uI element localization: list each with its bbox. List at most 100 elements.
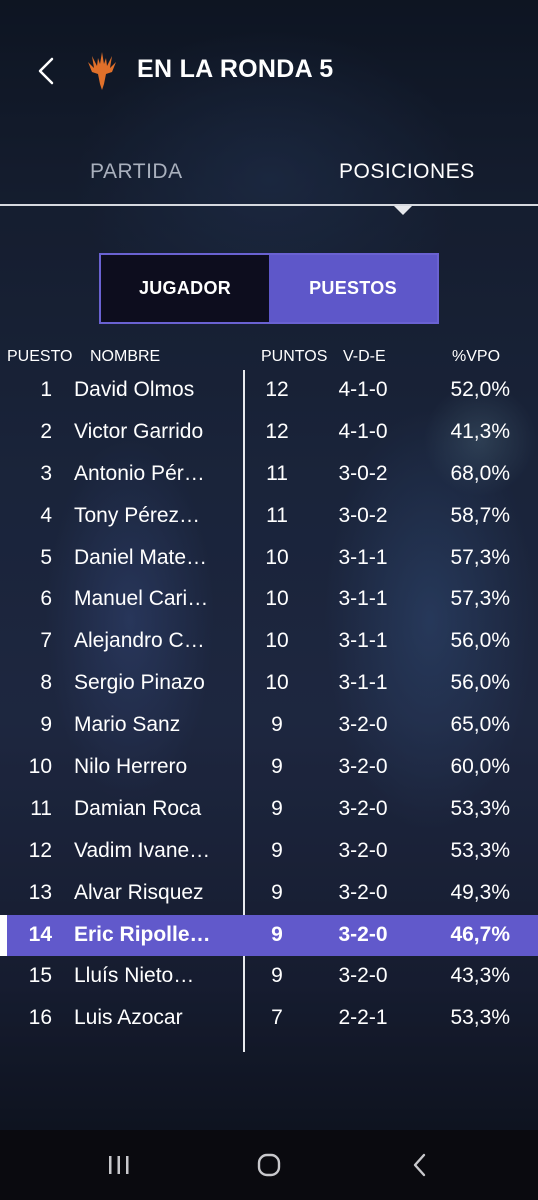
- row-vpo: 68,0%: [450, 461, 510, 485]
- toggle-jugador-button[interactable]: JUGADOR: [101, 255, 269, 322]
- row-puesto: 16: [28, 1006, 52, 1030]
- home-button[interactable]: [249, 1150, 289, 1180]
- row-puesto: 15: [28, 964, 52, 988]
- row-vpo: 52,0%: [450, 378, 510, 401]
- row-puesto: 2: [40, 419, 52, 443]
- row-puesto: 7: [40, 629, 52, 653]
- row-puesto: 12: [28, 838, 52, 862]
- row-puntos: 10: [265, 671, 289, 695]
- tab-divider: [0, 204, 538, 206]
- row-puesto: 11: [30, 796, 52, 820]
- tab-bar: PARTIDA POSICIONES: [0, 150, 538, 206]
- row-puesto: 1: [40, 378, 52, 401]
- table-row[interactable]: 6 Manuel Cari… 10 3-1-1 57,3%: [0, 579, 538, 621]
- row-puntos: 9: [271, 796, 283, 820]
- row-puntos: 9: [271, 838, 283, 862]
- table-row[interactable]: 8 Sergio Pinazo 10 3-1-1 56,0%: [0, 663, 538, 705]
- header-puesto: PUESTO: [7, 348, 73, 365]
- row-nombre: David Olmos: [74, 378, 195, 401]
- row-puesto: 14: [28, 922, 52, 946]
- header-puntos: PUNTOS: [261, 348, 328, 365]
- row-vpo: 43,3%: [450, 964, 510, 988]
- table-row[interactable]: 4 Tony Pérez… 11 3-0-2 58,7%: [0, 496, 538, 538]
- row-vpo: 60,0%: [450, 755, 510, 779]
- row-nombre: Vadim Ivane…: [74, 838, 211, 862]
- row-vde: 3-1-1: [338, 671, 388, 695]
- standings-table: 1 David Olmos 12 4-1-0 52,0% 2 Victor Garrido 1…: [0, 370, 538, 1040]
- tab-posiciones[interactable]: POSICIONES: [339, 160, 475, 184]
- row-vde: 3-2-0: [338, 796, 388, 820]
- app-header: EN LA RONDA 5: [0, 40, 538, 104]
- row-puesto: 6: [40, 587, 52, 611]
- row-vde: 3-1-1: [338, 629, 388, 653]
- recent-apps-button[interactable]: [99, 1150, 139, 1180]
- table-row[interactable]: 3 Antonio Pér… 11 3-0-2 68,0%: [0, 454, 538, 496]
- row-vde: 4-1-0: [338, 419, 388, 443]
- standings-header: PUESTO NOMBRE PUNTOS V-D-E %VPO: [0, 348, 538, 370]
- row-vpo: 53,3%: [450, 838, 510, 862]
- nav-back-button[interactable]: [400, 1150, 440, 1180]
- table-row[interactable]: 9 Mario Sanz 9 3-2-0 65,0%: [0, 705, 538, 747]
- row-puesto: 5: [40, 545, 52, 569]
- row-vde: 3-2-0: [338, 755, 388, 779]
- row-puesto: 3: [40, 461, 52, 485]
- row-nombre: Nilo Herrero: [74, 755, 188, 779]
- row-vde: 3-2-0: [338, 838, 388, 862]
- nav-back-icon: [413, 1153, 426, 1177]
- table-row[interactable]: 2 Victor Garrido 12 4-1-0 41,3%: [0, 412, 538, 454]
- row-puesto: 8: [40, 671, 52, 695]
- row-vpo: 49,3%: [450, 880, 510, 904]
- row-vpo: 65,0%: [450, 713, 510, 737]
- chevron-left-icon: [38, 57, 54, 85]
- toggle-puestos-button[interactable]: PUESTOS: [269, 255, 437, 322]
- row-vpo: 56,0%: [450, 629, 510, 653]
- table-row[interactable]: 16 Luis Azocar 7 2-2-1 53,3%: [0, 998, 538, 1040]
- row-vpo: 56,0%: [450, 671, 510, 695]
- back-button[interactable]: [30, 54, 64, 88]
- row-vde: 2-2-1: [338, 1006, 388, 1030]
- row-vpo: 53,3%: [450, 796, 510, 820]
- row-nombre: Alejandro C…: [74, 629, 205, 653]
- table-row[interactable]: 15 Lluís Nieto… 9 3-2-0 43,3%: [0, 956, 538, 998]
- row-vde: 4-1-0: [338, 378, 388, 401]
- table-row-current-player[interactable]: 14 Eric Ripolle… 9 3-2-0 46,7%: [0, 914, 538, 957]
- row-puntos: 11: [266, 503, 288, 527]
- row-vde: 3-0-2: [338, 461, 388, 485]
- row-puntos: 9: [271, 964, 283, 988]
- row-puntos: 10: [265, 629, 289, 653]
- row-nombre: Luis Azocar: [74, 1006, 183, 1030]
- active-tab-indicator: [394, 206, 412, 215]
- table-row[interactable]: 1 David Olmos 12 4-1-0 52,0%: [0, 370, 538, 412]
- header-nombre: NOMBRE: [90, 348, 161, 365]
- table-row[interactable]: 11 Damian Roca 9 3-2-0 53,3%: [0, 789, 538, 831]
- row-nombre: Manuel Cari…: [74, 587, 209, 611]
- row-nombre: Mario Sanz: [74, 713, 181, 737]
- tab-partida[interactable]: PARTIDA: [90, 160, 183, 184]
- row-puntos: 10: [265, 587, 289, 611]
- table-row[interactable]: 5 Daniel Mate… 10 3-1-1 57,3%: [0, 538, 538, 580]
- row-vde: 3-1-1: [338, 587, 388, 611]
- table-row[interactable]: 7 Alejandro C… 10 3-1-1 56,0%: [0, 621, 538, 663]
- row-puntos: 11: [266, 461, 288, 485]
- header-vde: V-D-E: [343, 348, 386, 365]
- row-puntos: 10: [265, 545, 289, 569]
- row-vpo: 58,7%: [450, 503, 510, 527]
- row-vpo: 46,7%: [450, 922, 510, 946]
- row-vde: 3-1-1: [338, 545, 388, 569]
- row-puntos: 7: [271, 1006, 283, 1030]
- row-puntos: 12: [265, 378, 289, 401]
- table-row[interactable]: 10 Nilo Herrero 9 3-2-0 60,0%: [0, 747, 538, 789]
- row-vde: 3-2-0: [338, 880, 388, 904]
- header-vpo: %VPO: [452, 348, 501, 365]
- row-vde: 3-2-0: [338, 964, 388, 988]
- row-nombre: Tony Pérez…: [74, 503, 201, 527]
- table-row[interactable]: 13 Alvar Risquez 9 3-2-0 49,3%: [0, 873, 538, 915]
- table-row[interactable]: 12 Vadim Ivane… 9 3-2-0 53,3%: [0, 831, 538, 873]
- row-nombre: Victor Garrido: [74, 419, 204, 443]
- row-puesto: 13: [28, 880, 52, 904]
- row-vpo: 53,3%: [450, 1006, 510, 1030]
- view-toggle: JUGADOR PUESTOS: [99, 253, 439, 324]
- row-nombre: Alvar Risquez: [74, 880, 204, 904]
- row-vpo: 57,3%: [450, 587, 510, 611]
- row-puntos: 9: [271, 713, 283, 737]
